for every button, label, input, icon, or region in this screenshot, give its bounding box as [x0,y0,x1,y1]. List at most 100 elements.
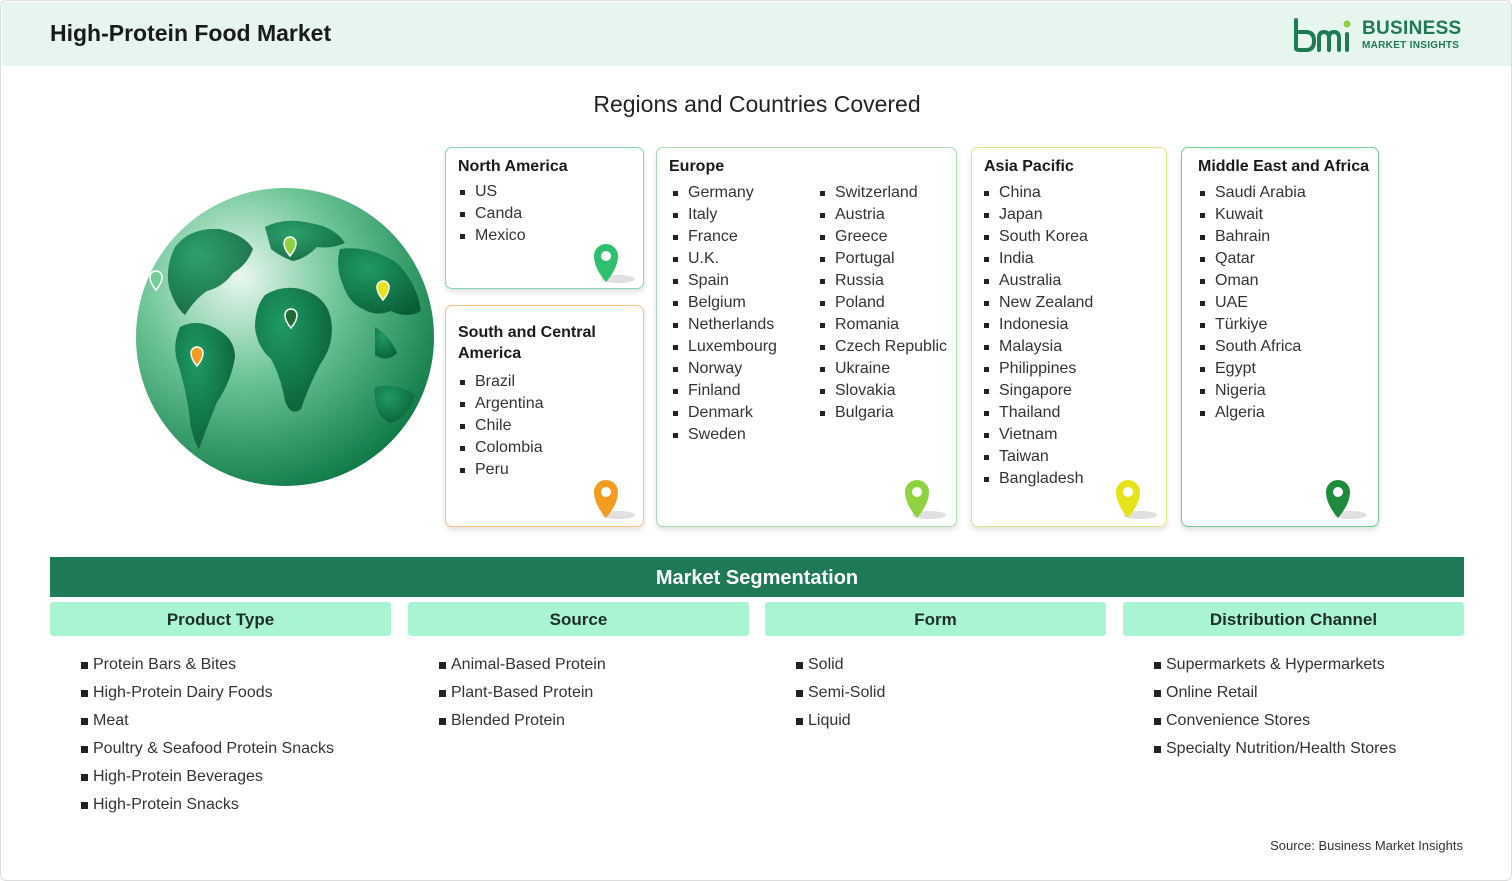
segment-source: Source Animal-Based Protein Plant-Based … [408,602,749,735]
list-item: Oman [1198,270,1306,292]
map-pin-icon [590,478,638,522]
list-item: Poland [818,292,947,314]
segmentation-title: Market Segmentation [50,557,1464,597]
bmi-logo-icon [1294,18,1351,52]
list-item: Portugal [818,248,947,270]
list-item: Chile [458,415,544,437]
list-item: Protein Bars & Bites [81,651,391,679]
list-item: Brazil [458,371,544,393]
list-item: High-Protein Beverages [81,763,391,791]
list-item: Peru [458,459,544,481]
list-item: Algeria [1198,402,1306,424]
list-item: Belgium [671,292,777,314]
map-pin-icon [1322,478,1370,522]
list-item: Poultry & Seafood Protein Snacks [81,735,391,763]
segment-header: Form [765,602,1106,636]
list-item: Semi-Solid [796,679,1106,707]
list-item: Egypt [1198,358,1306,380]
region-title: South and Central America [458,324,596,362]
list-item: Specialty Nutrition/Health Stores [1154,735,1464,763]
list-item: Romania [818,314,947,336]
region-card-middle-east-africa: Middle East and Africa Saudi Arabia Kuwa… [1181,147,1379,527]
list-item: Animal-Based Protein [439,651,749,679]
list-item: New Zealand [982,292,1093,314]
region-card-europe: Europe Germany Italy France U.K. Spain B… [656,147,957,527]
list-item: U.K. [671,248,777,270]
list-item: Malaysia [982,336,1093,358]
region-title: North America [458,158,568,175]
list-item: Mexico [458,225,526,247]
country-list-col1: Germany Italy France U.K. Spain Belgium … [671,182,777,446]
list-item: Slovakia [818,380,947,402]
source-note: Source: Business Market Insights [1270,838,1463,853]
list-item: Japan [982,204,1093,226]
region-card-north-america: North America US Canda Mexico [445,147,644,289]
list-item: Vietnam [982,424,1093,446]
header-bar: High-Protein Food Market BUSINESS MARKET… [2,2,1511,66]
segment-product-type: Product Type Protein Bars & Bites High-P… [50,602,391,819]
page-title: High-Protein Food Market [50,20,332,46]
region-title: Asia Pacific [984,158,1074,175]
list-item: South Korea [982,226,1093,248]
region-card-asia-pacific: Asia Pacific China Japan South Korea Ind… [971,147,1167,527]
segment-list: Animal-Based Protein Plant-Based Protein… [439,651,749,735]
logo-name: BUSINESS [1362,18,1462,39]
segment-list: Supermarkets & Hypermarkets Online Retai… [1154,651,1464,763]
logo-subtitle: MARKET INSIGHTS [1362,40,1460,51]
list-item: Blended Protein [439,707,749,735]
list-item: Czech Republic [818,336,947,358]
map-pin-icon [1112,478,1160,522]
list-item: Canda [458,203,526,225]
segment-header: Distribution Channel [1123,602,1464,636]
map-pin-icon [590,242,638,286]
list-item: Plant-Based Protein [439,679,749,707]
list-item: Kuwait [1198,204,1306,226]
list-item: Philippines [982,358,1093,380]
list-item: India [982,248,1093,270]
segment-distribution-channel: Distribution Channel Supermarkets & Hype… [1123,602,1464,763]
brand-logo: BUSINESS MARKET INSIGHTS [1292,16,1472,56]
list-item: UAE [1198,292,1306,314]
country-list: Saudi Arabia Kuwait Bahrain Qatar Oman U… [1198,182,1306,424]
list-item: Bulgaria [818,402,947,424]
list-item: Supermarkets & Hypermarkets [1154,651,1464,679]
list-item: Australia [982,270,1093,292]
list-item: Taiwan [982,446,1093,468]
list-item: Germany [671,182,777,204]
country-list: China Japan South Korea India Australia … [982,182,1093,490]
globe-illustration [135,187,435,487]
country-list: US Canda Mexico [458,181,526,247]
regions-title: Regions and Countries Covered [593,91,921,117]
segment-header: Source [408,602,749,636]
list-item: Thailand [982,402,1093,424]
list-item: Austria [818,204,947,226]
list-item: Netherlands [671,314,777,336]
list-item: Sweden [671,424,777,446]
list-item: Russia [818,270,947,292]
list-item: Nigeria [1198,380,1306,402]
map-pin-icon [901,478,949,522]
list-item: China [982,182,1093,204]
list-item: Italy [671,204,777,226]
list-item: Ukraine [818,358,947,380]
region-card-south-central-america: South and Central America Brazil Argenti… [445,305,644,527]
infographic-frame: High-Protein Food Market BUSINESS MARKET… [0,0,1512,881]
list-item: Bangladesh [982,468,1093,490]
list-item: Argentina [458,393,544,415]
list-item: Online Retail [1154,679,1464,707]
list-item: South Africa [1198,336,1306,358]
list-item: Bahrain [1198,226,1306,248]
list-item: Norway [671,358,777,380]
list-item: Colombia [458,437,544,459]
region-title: Europe [669,158,725,175]
list-item: Meat [81,707,391,735]
list-item: Qatar [1198,248,1306,270]
list-item: Switzerland [818,182,947,204]
list-item: Türkiye [1198,314,1306,336]
segment-list: Solid Semi-Solid Liquid [796,651,1106,735]
segment-form: Form Solid Semi-Solid Liquid [765,602,1106,735]
list-item: Liquid [796,707,1106,735]
list-item: Saudi Arabia [1198,182,1306,204]
segment-list: Protein Bars & Bites High-Protein Dairy … [81,651,391,819]
list-item: Indonesia [982,314,1093,336]
